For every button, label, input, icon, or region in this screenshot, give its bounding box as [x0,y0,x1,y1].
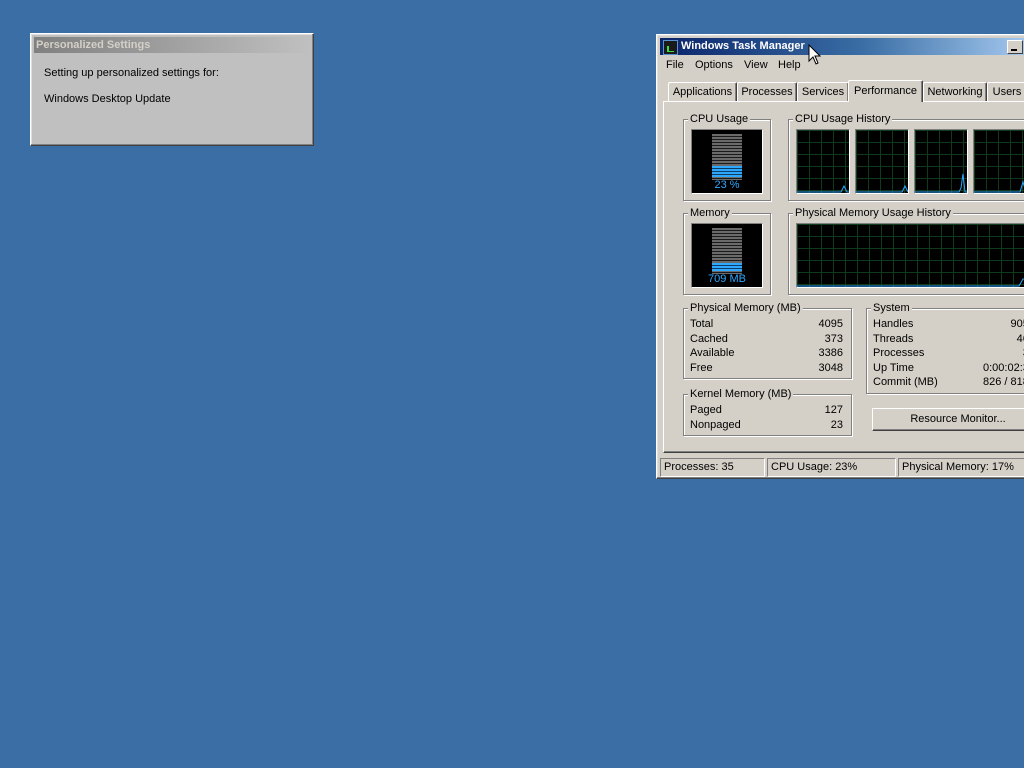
physical-memory-row: Free 3048 [690,362,843,376]
system-row: Processes 35 [873,347,1024,361]
performance-panel: CPU Usage 23 % CPU Usage History Memory … [663,101,1024,453]
cpu-history-graph-4 [973,129,1024,194]
kernel-memory-row: Nonpaged 23 [690,419,843,433]
stat-key: Nonpaged [690,419,741,431]
stat-value: 4095 [818,318,843,330]
stat-key: Processes [873,347,925,359]
stat-value: 0:00:02:37 [983,362,1024,374]
personalized-settings-component: Windows Desktop Update [44,93,171,105]
stat-key: Free [690,362,713,374]
kernel-memory-group: Kernel Memory (MB) Paged 127 Nonpaged 23 [683,387,852,436]
cpu-history-graph-3 [914,129,968,194]
memory-meter: 709 MB [691,223,763,288]
stat-value: 3048 [818,362,843,374]
stat-value: 373 [824,333,843,345]
physical-memory-history-group: Physical Memory Usage History [788,206,1024,295]
tab-processes[interactable]: Processes [737,82,797,101]
memory-label: Memory [688,206,732,220]
system-group: System Handles 9055 Threads 466 Processe… [866,301,1024,394]
stat-key: Total [690,318,714,330]
stat-value: 826 / 8189 [983,376,1024,388]
tab-services[interactable]: Services [797,82,849,101]
task-manager-app-icon [663,40,678,55]
resource-monitor-button[interactable]: Resource Monitor... [872,408,1024,431]
stat-value: 466 [1016,333,1024,345]
tab-users[interactable]: Users [987,82,1024,101]
physical-memory-row: Available 3386 [690,347,843,361]
cpu-history-graph-1 [796,129,850,194]
cpu-usage-value: 23 % [714,179,740,191]
kernel-memory-label: Kernel Memory (MB) [688,387,794,401]
stat-key: Cached [690,333,728,345]
stat-key: Paged [690,404,722,416]
stat-key: Threads [873,333,914,345]
stat-value: 3386 [818,347,843,359]
stat-key: Available [690,347,735,359]
status-cpu-usage: CPU Usage: 23% [767,458,896,477]
personalized-settings-message: Setting up personalized settings for: [44,67,219,79]
physical-memory-row: Cached 373 [690,333,843,347]
menu-bar: File Options View Help [660,56,1024,75]
menu-help[interactable]: Help [778,59,801,71]
system-row: Commit (MB) 826 / 8189 [873,376,1024,390]
system-row: Threads 466 [873,333,1024,347]
stat-value: 127 [824,404,843,416]
stat-key: Commit (MB) [873,376,938,388]
personalized-settings-window: Personalized Settings Setting up persona… [30,33,314,146]
task-manager-window: Windows Task Manager File Options View H… [656,34,1024,479]
cpu-usage-fill [712,166,742,177]
minimize-button[interactable] [1007,40,1023,54]
kernel-memory-row: Paged 127 [690,404,843,418]
mouse-cursor-icon [808,44,822,65]
stat-value: 23 [830,419,843,431]
task-manager-title: Windows Task Manager [681,40,805,52]
cpu-usage-label: CPU Usage [688,112,751,126]
cpu-history-group: CPU Usage History [788,112,1024,201]
cpu-history-graph-2 [855,129,909,194]
memory-value: 709 MB [708,273,746,285]
menu-file[interactable]: File [666,59,684,71]
memory-fill [712,263,742,271]
system-label: System [871,301,912,315]
menu-options[interactable]: Options [695,59,733,71]
system-row: Handles 9055 [873,318,1024,332]
stat-value: 9055 [1010,318,1024,330]
stat-key: Handles [873,318,914,330]
cpu-history-label: CPU Usage History [793,112,893,126]
status-processes: Processes: 35 [660,458,765,477]
physical-memory-group: Physical Memory (MB) Total 4095 Cached 3… [683,301,852,379]
cpu-usage-group: CPU Usage 23 % [683,112,771,201]
task-manager-titlebar[interactable]: Windows Task Manager [660,38,1024,55]
physical-memory-row: Total 4095 [690,318,843,332]
physical-memory-history-graph [796,223,1024,288]
physical-memory-history-label: Physical Memory Usage History [793,206,953,220]
memory-group: Memory 709 MB [683,206,771,295]
menu-view[interactable]: View [744,59,768,71]
tab-applications[interactable]: Applications [668,82,737,101]
cpu-usage-meter: 23 % [691,129,763,194]
status-physical-memory: Physical Memory: 17% [898,458,1024,477]
tab-performance[interactable]: Performance [848,80,923,102]
personalized-settings-title: Personalized Settings [34,37,310,53]
physical-memory-label: Physical Memory (MB) [688,301,803,315]
stat-key: Up Time [873,362,914,374]
tab-networking[interactable]: Networking [923,82,987,101]
system-row: Up Time 0:00:02:37 [873,362,1024,376]
